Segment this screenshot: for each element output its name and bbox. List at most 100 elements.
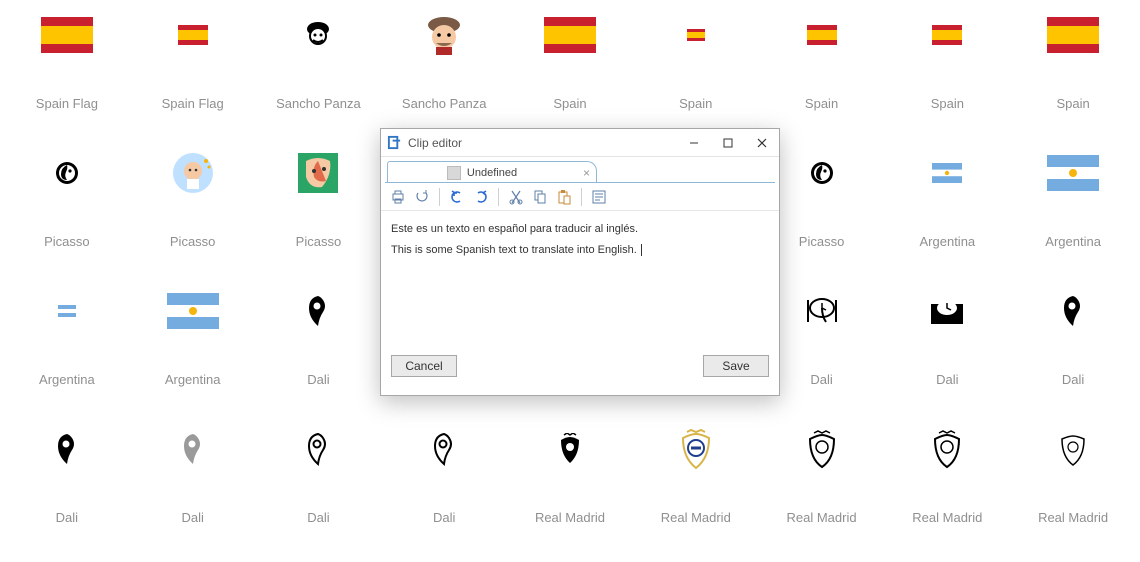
glyph-dali-box-icon bbox=[920, 286, 974, 336]
grid-item-label: Real Madrid bbox=[661, 510, 731, 525]
paste-icon[interactable] bbox=[555, 188, 573, 206]
glyph-dali-icon bbox=[40, 424, 94, 474]
grid-item-label: Spain Flag bbox=[162, 96, 224, 111]
grid-item[interactable]: Dali bbox=[130, 424, 256, 562]
save-button[interactable]: Save bbox=[703, 355, 769, 377]
print-icon[interactable] bbox=[389, 188, 407, 206]
grid-item[interactable]: Dali bbox=[884, 286, 1010, 424]
grid-item-label: Argentina bbox=[39, 372, 95, 387]
flag-argentina-icon bbox=[166, 286, 220, 336]
glyph-rm-solid-icon bbox=[543, 424, 597, 474]
grid-item-label: Picasso bbox=[296, 234, 342, 249]
copy-icon[interactable] bbox=[531, 188, 549, 206]
flag-spain-s-icon bbox=[920, 10, 974, 60]
window-title: Clip editor bbox=[408, 136, 462, 150]
text-caret bbox=[641, 244, 642, 256]
flag-argentina-s-icon bbox=[920, 148, 974, 198]
tab-label: Undefined bbox=[467, 167, 517, 179]
flag-argentina-icon bbox=[1046, 148, 1100, 198]
cut-icon[interactable] bbox=[507, 188, 525, 206]
grid-item[interactable]: Spain Flag bbox=[4, 10, 130, 148]
grid-item-label: Picasso bbox=[170, 234, 216, 249]
grid-item[interactable]: Picasso bbox=[256, 148, 382, 286]
tab-undefined[interactable]: Undefined × bbox=[387, 161, 597, 183]
flag-argentina-xs-icon bbox=[40, 286, 94, 336]
grid-item-label: Dali bbox=[307, 510, 329, 525]
grid-item-label: Dali bbox=[810, 372, 832, 387]
undo-icon[interactable] bbox=[448, 188, 466, 206]
grid-item[interactable]: Dali bbox=[381, 424, 507, 562]
flag-spain-icon bbox=[1046, 10, 1100, 60]
grid-item[interactable]: Real Madrid bbox=[507, 424, 633, 562]
dialog-buttons: Cancel Save bbox=[381, 349, 779, 385]
glyph-rm-outline-icon bbox=[1046, 424, 1100, 474]
grid-item[interactable]: Dali bbox=[4, 424, 130, 562]
cancel-button[interactable]: Cancel bbox=[391, 355, 457, 377]
grid-item-label: Real Madrid bbox=[912, 510, 982, 525]
color-picasso-icon bbox=[166, 148, 220, 198]
grid-item[interactable]: Dali bbox=[256, 424, 382, 562]
clip-editor-window: Clip editor Undefined × bbox=[380, 128, 780, 396]
grid-item-label: Spain bbox=[553, 96, 586, 111]
grid-item-label: Dali bbox=[936, 372, 958, 387]
glyph-picasso-icon bbox=[40, 148, 94, 198]
grid-item-label: Dali bbox=[181, 510, 203, 525]
editor-toolbar bbox=[381, 183, 779, 211]
grid-item-label: Spain bbox=[931, 96, 964, 111]
tab-strip: Undefined × bbox=[381, 157, 779, 183]
flag-spain-s-icon bbox=[795, 10, 849, 60]
grid-item-label: Real Madrid bbox=[535, 510, 605, 525]
grid-item-label: Argentina bbox=[1045, 234, 1101, 249]
grid-item[interactable]: Picasso bbox=[130, 148, 256, 286]
grid-item[interactable]: Real Madrid bbox=[759, 424, 885, 562]
grid-item[interactable]: Real Madrid bbox=[633, 424, 759, 562]
grid-item-label: Dali bbox=[56, 510, 78, 525]
grid-item-label: Argentina bbox=[165, 372, 221, 387]
glyph-rm-icon bbox=[795, 424, 849, 474]
flag-spain-s-icon bbox=[166, 10, 220, 60]
redo-icon[interactable] bbox=[472, 188, 490, 206]
app-icon bbox=[387, 135, 402, 150]
refresh-icon[interactable] bbox=[413, 188, 431, 206]
editor-line-2: This is some Spanish text to translate i… bbox=[391, 244, 640, 256]
grid-item[interactable]: Real Madrid bbox=[884, 424, 1010, 562]
grid-item[interactable]: Argentina bbox=[130, 286, 256, 424]
flag-spain-icon bbox=[40, 10, 94, 60]
grid-item[interactable]: Spain Flag bbox=[130, 10, 256, 148]
titlebar: Clip editor bbox=[381, 129, 779, 157]
grid-item[interactable]: Dali bbox=[1010, 286, 1136, 424]
grid-item[interactable]: Argentina bbox=[4, 286, 130, 424]
grid-item[interactable]: Real Madrid bbox=[1010, 424, 1136, 562]
grid-item-label: Sancho Panza bbox=[402, 96, 487, 111]
grid-item[interactable]: Argentina bbox=[884, 148, 1010, 286]
grid-item[interactable]: Picasso bbox=[4, 148, 130, 286]
maximize-button[interactable] bbox=[711, 129, 745, 157]
color-sancho-icon bbox=[417, 10, 471, 60]
glyph-dali-clock-icon bbox=[795, 286, 849, 336]
grid-item[interactable]: Dali bbox=[256, 286, 382, 424]
grid-item[interactable]: Spain bbox=[1010, 10, 1136, 148]
glyph-picasso-icon bbox=[795, 148, 849, 198]
grid-item-label: Spain Flag bbox=[36, 96, 98, 111]
grid-item-label: Sancho Panza bbox=[276, 96, 361, 111]
grid-item-label: Spain bbox=[1056, 96, 1089, 111]
grid-item[interactable]: Sancho Panza bbox=[256, 10, 382, 148]
tab-close-icon[interactable]: × bbox=[583, 166, 590, 180]
text-editor[interactable]: Este es un texto en español para traduci… bbox=[381, 211, 779, 349]
grid-item-label: Real Madrid bbox=[1038, 510, 1108, 525]
glyph-dali-outline-icon bbox=[417, 424, 471, 474]
wrap-icon[interactable] bbox=[590, 188, 608, 206]
grid-item-label: Dali bbox=[1062, 372, 1084, 387]
grid-item-label: Dali bbox=[307, 372, 329, 387]
glyph-dali-grey-icon bbox=[166, 424, 220, 474]
close-button[interactable] bbox=[745, 129, 779, 157]
grid-item[interactable]: Argentina bbox=[1010, 148, 1136, 286]
minimize-button[interactable] bbox=[677, 129, 711, 157]
grid-item[interactable]: Spain bbox=[884, 10, 1010, 148]
glyph-dali-icon bbox=[291, 286, 345, 336]
glyph-dali-icon bbox=[1046, 286, 1100, 336]
grid-item-label: Picasso bbox=[799, 234, 845, 249]
flag-spain-xs-icon bbox=[669, 10, 723, 60]
color-rm-icon bbox=[669, 424, 723, 474]
glyph-sancho-icon bbox=[291, 10, 345, 60]
